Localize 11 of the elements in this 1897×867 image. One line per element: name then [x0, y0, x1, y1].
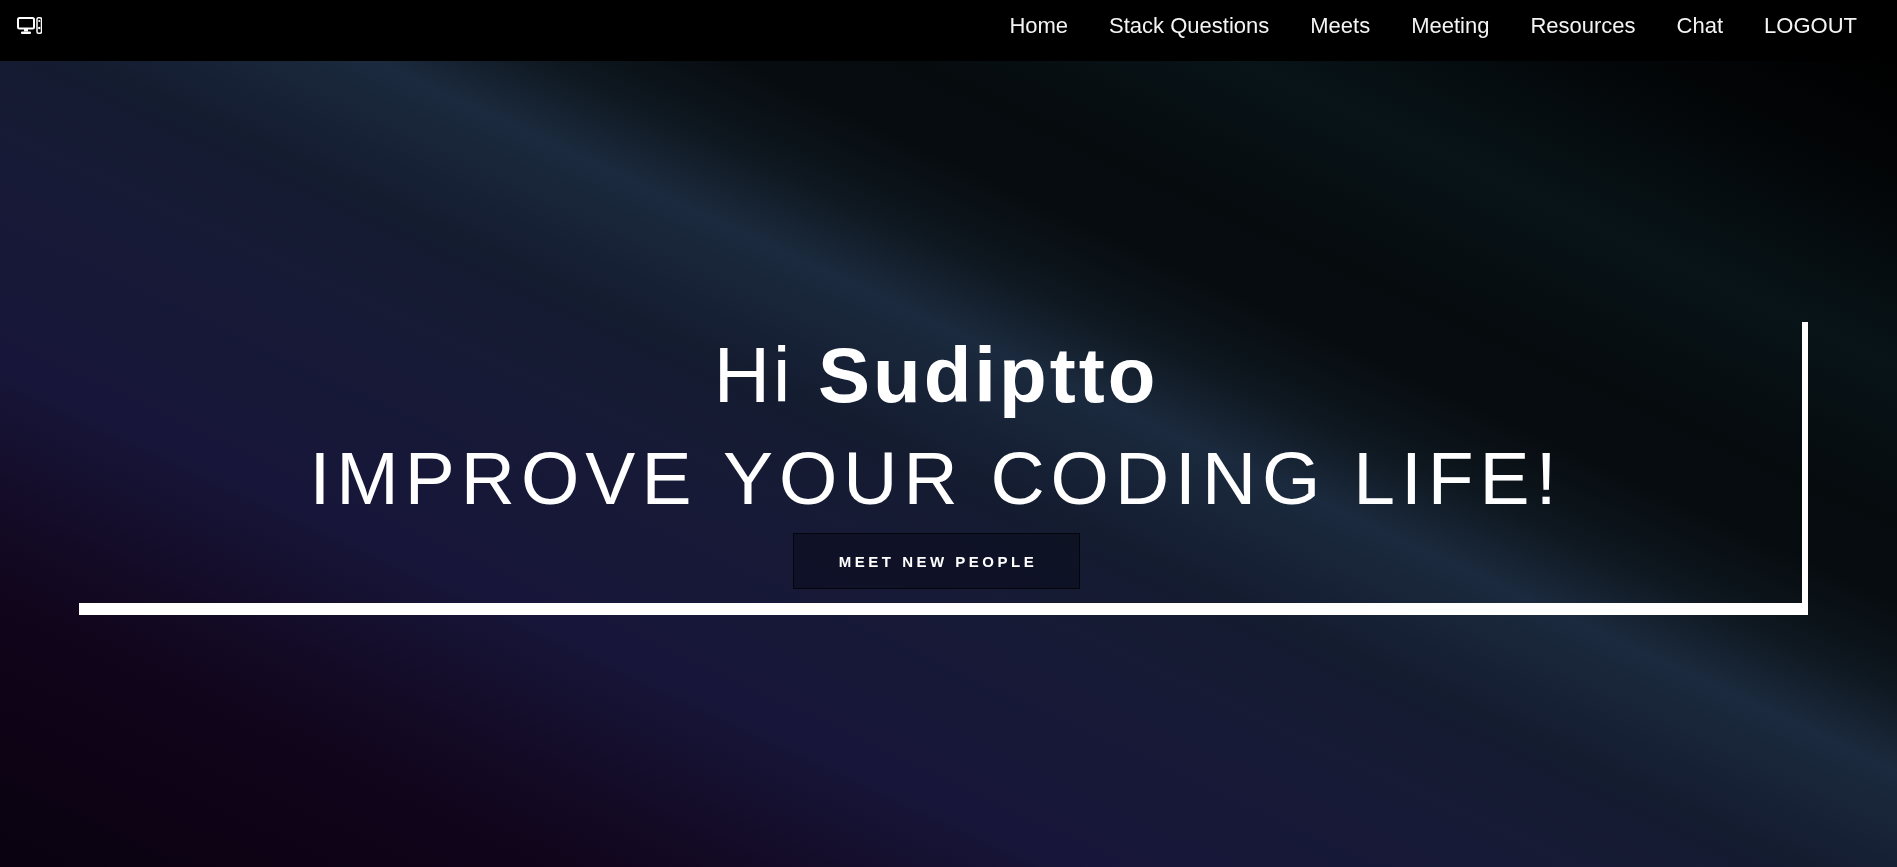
nav-link[interactable]: Chat: [1676, 12, 1724, 39]
computer-icon[interactable]: [17, 17, 42, 34]
meet-people-button[interactable]: MEET NEW PEOPLE: [792, 533, 1080, 589]
greeting-heading: Hi Sudiptto: [713, 330, 1159, 421]
nav-link[interactable]: Meeting: [1411, 12, 1490, 39]
nav-link[interactable]: Resources: [1530, 12, 1636, 39]
nav-link[interactable]: Home: [1009, 12, 1069, 39]
nav-link[interactable]: Stack Questions: [1109, 12, 1270, 39]
nav-link[interactable]: Meets: [1310, 12, 1371, 39]
nav-link[interactable]: LOGOUT: [1764, 12, 1857, 39]
tagline-heading: IMPROVE YOUR CODING LIFE!: [309, 435, 1563, 522]
